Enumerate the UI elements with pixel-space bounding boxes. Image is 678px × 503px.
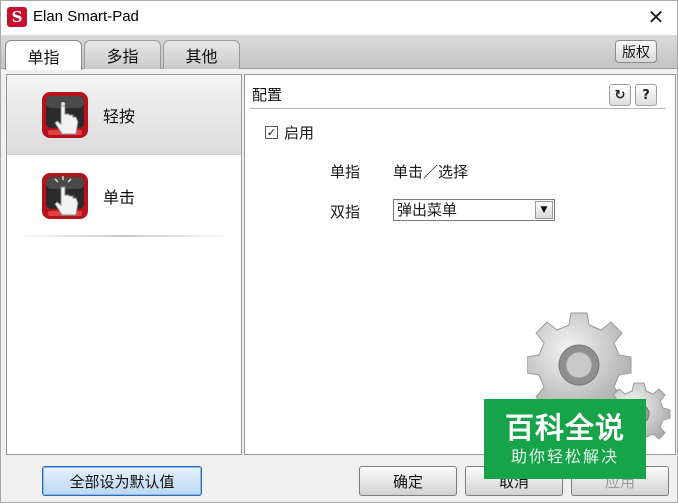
watermark-title: 百科全说 <box>504 411 625 445</box>
config-divider <box>250 108 666 109</box>
title-bar: S Elan Smart-Pad ✕ <box>1 1 677 35</box>
help-icon: ? <box>642 87 650 103</box>
copyright-button[interactable]: 版权 <box>615 40 657 63</box>
chevron-down-icon[interactable]: ▼ <box>535 201 553 219</box>
click-hand-icon <box>42 173 88 219</box>
gesture-item-tap[interactable]: 轻按 <box>7 75 241 155</box>
tab-other[interactable]: 其他 <box>163 40 240 69</box>
gesture-list: 轻按 单击 <box>6 74 242 455</box>
two-finger-action-select[interactable]: 弹出菜单 ▼ <box>393 199 555 221</box>
config-panel: 配置 ↻ ? ✓ 启用 单指 单击／选择 双指 弹出菜单 ▼ <box>244 74 676 455</box>
elan-smartpad-window: S Elan Smart-Pad ✕ 单指 多指 其他 版权 轻按 单击 配置 … <box>0 0 678 503</box>
window-title: Elan Smart-Pad <box>33 8 139 25</box>
enable-label: 启用 <box>284 124 315 142</box>
single-finger-value: 单击／选择 <box>393 163 469 181</box>
gesture-label-click: 单击 <box>103 188 136 207</box>
close-icon: ✕ <box>647 5 665 29</box>
tab-label: 其他 <box>185 47 218 66</box>
watermark-badge: 百科全说 助你轻松解决 <box>484 399 646 479</box>
reset-all-defaults-button[interactable]: 全部设为默认值 <box>42 466 202 496</box>
ok-button[interactable]: 确定 <box>359 466 457 496</box>
select-value: 弹出菜单 <box>397 201 458 219</box>
close-button[interactable]: ✕ <box>643 5 669 29</box>
tab-multi-finger[interactable]: 多指 <box>84 40 161 69</box>
button-label: 确定 <box>392 472 423 491</box>
refresh-icon: ↻ <box>614 87 626 103</box>
enable-row: ✓ 启用 <box>265 122 314 143</box>
gesture-item-click[interactable]: 单击 <box>7 156 241 236</box>
help-button[interactable]: ? <box>635 84 657 106</box>
list-divider <box>17 235 231 237</box>
tab-single-finger[interactable]: 单指 <box>5 40 82 70</box>
watermark-subtitle: 助你轻松解决 <box>510 447 619 466</box>
gesture-label-tap: 轻按 <box>103 106 136 126</box>
refresh-button[interactable]: ↻ <box>609 84 631 106</box>
tab-label: 单指 <box>27 47 60 67</box>
single-finger-label: 单指 <box>330 163 361 181</box>
tap-hand-icon <box>42 91 88 138</box>
tab-strip: 单指 多指 其他 版权 <box>1 35 677 70</box>
button-label: 全部设为默认值 <box>69 472 175 491</box>
tab-label: 多指 <box>106 47 139 66</box>
config-title: 配置 <box>252 86 283 104</box>
copyright-label: 版权 <box>622 44 650 61</box>
two-finger-label: 双指 <box>330 203 361 221</box>
enable-checkbox[interactable]: ✓ <box>265 126 278 139</box>
elan-logo-icon: S <box>7 7 27 27</box>
